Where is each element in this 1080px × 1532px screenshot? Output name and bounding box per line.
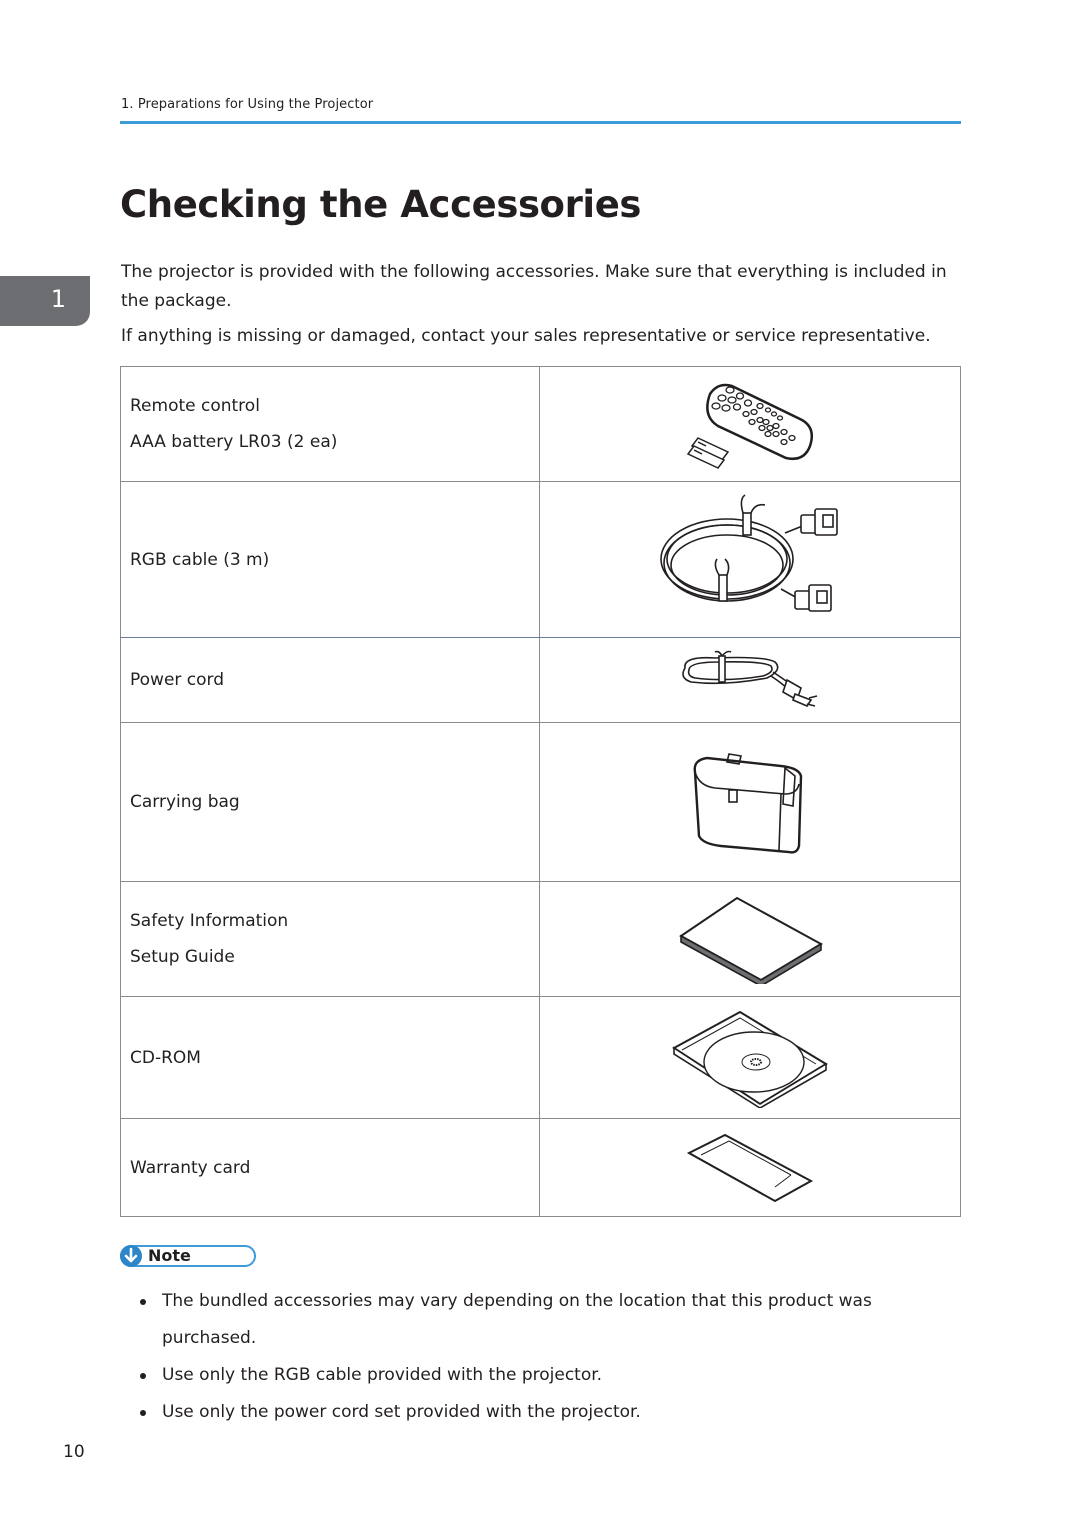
accessory-name: AAA battery LR03 (2 ea) bbox=[130, 432, 338, 452]
rgb-cable-icon bbox=[660, 493, 838, 612]
warranty-card-icon bbox=[686, 1133, 814, 1202]
accessory-name: CD-ROM bbox=[130, 1047, 201, 1068]
accessory-image-cell bbox=[539, 996, 961, 1119]
note-badge: Note bbox=[120, 1245, 256, 1267]
table-row: RGB cable (3 m) bbox=[120, 481, 961, 638]
accessory-image-cell bbox=[539, 481, 961, 638]
accessory-image-cell bbox=[539, 1118, 961, 1217]
accessories-table: Remote control AAA battery LR03 (2 ea) R… bbox=[120, 366, 961, 1217]
header-rule bbox=[120, 121, 961, 124]
accessory-name: Warranty card bbox=[130, 1157, 251, 1178]
page-title: Checking the Accessories bbox=[120, 183, 642, 226]
accessory-image-cell bbox=[539, 637, 961, 723]
table-row: Safety Information Setup Guide bbox=[120, 881, 961, 997]
carrying-bag-icon bbox=[693, 753, 803, 854]
accessory-image-cell bbox=[539, 366, 961, 482]
accessory-image-cell bbox=[539, 881, 961, 997]
accessory-image-cell bbox=[539, 722, 961, 882]
table-row: Remote control AAA battery LR03 (2 ea) bbox=[120, 366, 961, 482]
table-row: Power cord bbox=[120, 637, 961, 723]
accessory-label-cell: Remote control AAA battery LR03 (2 ea) bbox=[120, 366, 540, 482]
accessory-name: Safety Information bbox=[130, 911, 289, 931]
chapter-tab: 1 bbox=[0, 276, 90, 326]
remote-control-icon bbox=[686, 383, 813, 469]
accessory-name: RGB cable (3 m) bbox=[130, 549, 270, 570]
table-row: Carrying bag bbox=[120, 722, 961, 882]
note-item: Use only the RGB cable provided with the… bbox=[138, 1357, 968, 1394]
accessory-label-cell: Warranty card bbox=[120, 1118, 540, 1217]
note-label: Note bbox=[148, 1246, 191, 1265]
accessory-label-cell: Carrying bag bbox=[120, 722, 540, 882]
table-row: Warranty card bbox=[120, 1118, 961, 1217]
note-item: Use only the power cord set provided wit… bbox=[138, 1394, 968, 1431]
intro-paragraph-1: The projector is provided with the follo… bbox=[121, 262, 947, 311]
page-number: 10 bbox=[63, 1442, 85, 1462]
note-item: The bundled accessories may vary dependi… bbox=[138, 1283, 968, 1357]
accessory-name: Setup Guide bbox=[130, 947, 235, 967]
accessory-label-cell: CD-ROM bbox=[120, 996, 540, 1119]
manual-booklet-icon bbox=[679, 896, 824, 984]
table-row: CD-ROM bbox=[120, 996, 961, 1119]
intro-paragraph-2: If anything is missing or damaged, conta… bbox=[121, 326, 931, 346]
accessory-label-cell: Safety Information Setup Guide bbox=[120, 881, 540, 997]
accessory-label-cell: Power cord bbox=[120, 637, 540, 723]
chapter-number: 1 bbox=[50, 285, 66, 313]
accessory-name: Power cord bbox=[130, 670, 225, 690]
accessory-label-cell: RGB cable (3 m) bbox=[120, 481, 540, 638]
note-list: The bundled accessories may vary dependi… bbox=[138, 1283, 968, 1431]
accessory-name: Remote control bbox=[130, 396, 260, 416]
accessory-name: Carrying bag bbox=[130, 792, 240, 812]
down-arrow-icon bbox=[120, 1245, 142, 1267]
cd-rom-icon bbox=[672, 1010, 828, 1108]
power-cord-icon bbox=[682, 650, 818, 707]
running-head: 1. Preparations for Using the Projector bbox=[121, 97, 374, 112]
